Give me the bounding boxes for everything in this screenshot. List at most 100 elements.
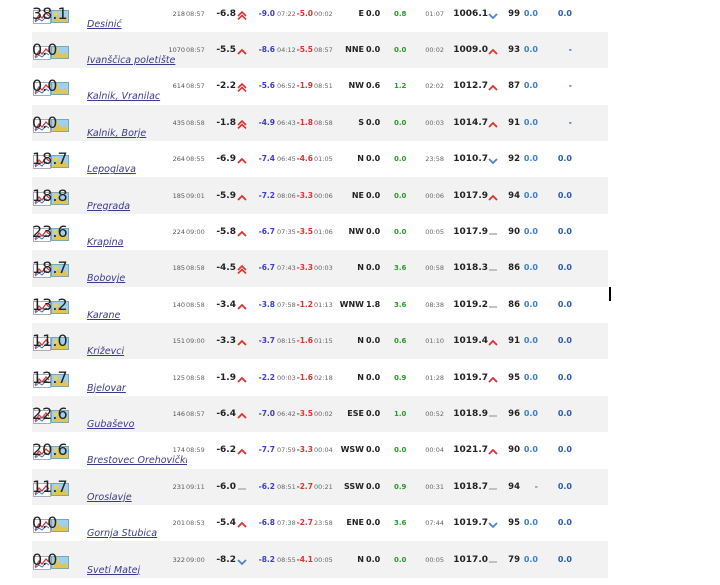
max-temperature-time: 00:04 xyxy=(314,446,333,455)
precipitation-1: 0.0 xyxy=(523,227,538,237)
snow-depth: 11.7 xyxy=(32,476,68,496)
station-name-link[interactable]: Brestovec Orehovički xyxy=(87,455,187,467)
gust-time: 08:38 xyxy=(425,300,444,309)
table-row: Desinić 218 08:57 -6.8 -9.0 07:22 -5.0 00:02 E 0.… xyxy=(32,0,608,32)
station-name-link[interactable]: Ivanščica poletište xyxy=(87,55,187,67)
max-temperature: -1.8 xyxy=(296,117,313,127)
observation-time: 08:58 xyxy=(186,373,205,382)
snow-depth: 38.1 xyxy=(32,3,68,23)
station-name-link[interactable]: Lepoglava xyxy=(87,164,187,176)
station-name-link[interactable]: Kalnik, Borje xyxy=(87,128,187,140)
wind-direction: NNE xyxy=(345,45,364,55)
precipitation-2: - xyxy=(568,81,572,91)
max-temperature: -5.0 xyxy=(296,8,313,18)
station-elevation: 201 xyxy=(172,519,185,528)
air-pressure: 1019.7 xyxy=(453,518,488,529)
wind-speed: 0.0 xyxy=(366,445,381,455)
max-temperature: -1.6 xyxy=(296,336,313,346)
station-elevation: 146 xyxy=(172,409,185,418)
precipitation-2: 0.0 xyxy=(557,227,572,237)
precipitation-2: 0.0 xyxy=(557,518,572,528)
station-name-link[interactable]: Karane xyxy=(87,310,187,322)
min-temperature-time: 04:12 xyxy=(277,46,296,55)
max-temperature-time: 00:06 xyxy=(314,191,333,200)
station-name-link[interactable]: Gubaševo xyxy=(87,419,187,431)
wind-direction: ENE xyxy=(346,518,364,528)
min-temperature-time: 07:35 xyxy=(277,228,296,237)
wind-gust: 0.0 xyxy=(394,555,407,564)
min-temperature: -6.7 xyxy=(258,227,275,237)
dash-icon xyxy=(488,227,500,236)
gust-time: 01:07 xyxy=(425,9,444,18)
min-temperature-time: 08:06 xyxy=(277,191,296,200)
wind-direction: WNW xyxy=(339,299,364,309)
wind-speed: 0.0 xyxy=(366,154,381,164)
humidity: 86 xyxy=(508,299,520,310)
table-row: Oroslavje 231 09:11 -6.0 -6.2 08:51 -2.7 00:21 S… xyxy=(32,468,608,505)
arrow-up-icon xyxy=(237,191,247,201)
gust-time: 00:05 xyxy=(425,555,444,564)
wind-direction: NW xyxy=(348,227,364,237)
precipitation-1: 0.0 xyxy=(523,190,538,200)
arrow-up-icon xyxy=(237,409,247,419)
air-pressure: 1021.7 xyxy=(453,445,488,456)
min-temperature: -8.6 xyxy=(258,45,275,55)
precipitation-2: 0.0 xyxy=(557,481,572,491)
station-name-link[interactable]: Bobovje xyxy=(87,273,187,285)
station-name-link[interactable]: Desinić xyxy=(87,19,187,31)
table-row: Kalnik, Vranilac 614 08:57 -2.2 -5.6 06:52 -1.… xyxy=(32,68,608,104)
table-row: Lepoglava 264 08:55 -6.9 -7.4 06:45 -4.6 01:05 N… xyxy=(32,141,608,177)
arrow-up-icon xyxy=(237,300,247,310)
station-name-link[interactable]: Križevci xyxy=(87,346,187,358)
max-temperature-time: 02:18 xyxy=(314,373,333,382)
wind-speed: 0.0 xyxy=(366,117,381,127)
station-name-link[interactable]: Sveti Matej xyxy=(87,565,187,577)
humidity: 91 xyxy=(508,336,520,347)
wind-direction: NW xyxy=(348,81,364,91)
max-temperature-time: 08:58 xyxy=(314,118,333,127)
station-name-link[interactable]: Oroslavje xyxy=(87,492,187,504)
table-row: Sveti Matej 322 09:00 -8.2 -8.2 08:55 -4.1 00:0… xyxy=(32,541,608,578)
max-temperature: -1.9 xyxy=(296,81,313,91)
observation-time: 09:11 xyxy=(186,482,205,491)
wind-direction: N xyxy=(357,154,364,164)
arrow-double-up-icon xyxy=(237,263,247,275)
gust-time: 00:02 xyxy=(425,46,444,55)
arrow-up-icon xyxy=(237,154,247,164)
table-row: Ivanščica poletište 1070 08:57 -5.5 -8.6 04:1… xyxy=(32,31,608,69)
wind-gust: 0.0 xyxy=(394,191,407,200)
wind-speed: 0.0 xyxy=(366,8,381,18)
arrow-up-icon xyxy=(237,227,247,237)
min-temperature: -3.8 xyxy=(258,299,275,309)
air-pressure: 1012.7 xyxy=(453,81,488,92)
station-elevation: 322 xyxy=(172,555,185,564)
station-name-link[interactable]: Pregrada xyxy=(87,201,187,213)
wind-speed: 1.8 xyxy=(366,299,381,309)
max-temperature-time: 01:05 xyxy=(314,155,333,164)
max-temperature: -3.3 xyxy=(296,263,313,273)
gust-time: 01:28 xyxy=(425,373,444,382)
humidity: 94 xyxy=(508,481,520,492)
precipitation-2: 0.0 xyxy=(557,554,572,564)
station-elevation: 151 xyxy=(172,337,185,346)
min-temperature: -7.0 xyxy=(258,408,275,418)
station-name-link[interactable]: Kalnik, Vranilac xyxy=(87,91,187,103)
min-temperature: -7.7 xyxy=(258,445,275,455)
wind-gust: 0.0 xyxy=(394,228,407,237)
current-temperature: -4.5 xyxy=(216,263,236,274)
gust-time: 00:06 xyxy=(425,191,444,200)
wind-gust: 3.6 xyxy=(394,300,407,309)
air-pressure: 1018.3 xyxy=(453,263,488,274)
humidity: 86 xyxy=(508,263,520,274)
max-temperature-time: 08:51 xyxy=(314,82,333,91)
current-temperature: -8.2 xyxy=(216,554,236,565)
observation-time: 08:53 xyxy=(186,519,205,528)
station-name-link[interactable]: Krapina xyxy=(87,237,187,249)
wind-gust: 0.9 xyxy=(394,373,407,382)
arrow-double-up-icon xyxy=(237,9,247,20)
station-name-link[interactable]: Gornja Stubica xyxy=(87,528,187,540)
humidity: 87 xyxy=(508,81,520,92)
station-name-link[interactable]: Bjelovar xyxy=(87,383,187,395)
wind-speed: 0.0 xyxy=(366,372,381,382)
arrow-up-icon xyxy=(237,373,247,383)
